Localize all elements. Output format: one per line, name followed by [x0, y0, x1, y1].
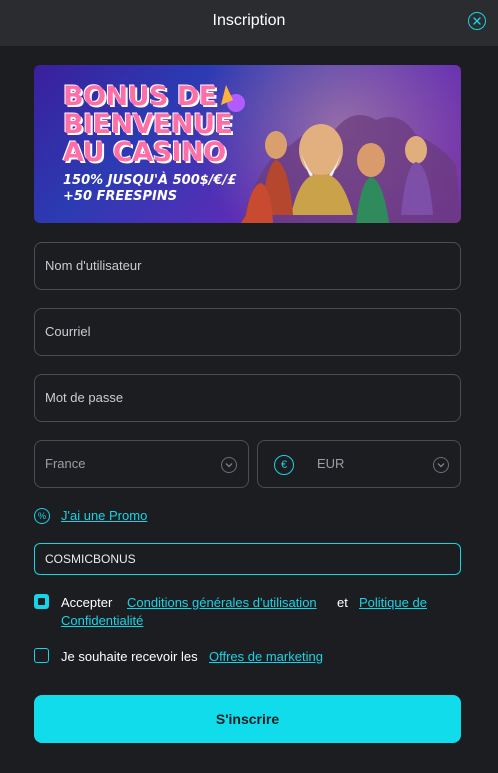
modal-title: Inscription	[212, 12, 286, 29]
promo-toggle-link[interactable]: J'ai une Promo	[61, 508, 147, 523]
welcome-bonus-banner: BONUS DE BIENVENUE AU CASINO 150% JUSQU'…	[34, 65, 461, 223]
email-field[interactable]: Courriel	[34, 308, 461, 356]
terms-conditions-link[interactable]: Conditions générales d'utilisation	[127, 595, 317, 610]
country-value: France	[45, 456, 86, 471]
country-select[interactable]: France	[34, 440, 249, 488]
banner-subline: 150% JUSQU'À 500$/€/£ +50 FREESPINS	[63, 173, 237, 204]
modal-header: Inscription	[0, 0, 498, 46]
terms-checkbox[interactable]	[34, 594, 49, 609]
close-icon	[473, 17, 481, 25]
chevron-down-icon	[221, 457, 237, 473]
marketing-checkbox[interactable]	[34, 648, 49, 663]
euro-icon: €	[274, 455, 294, 475]
marketing-offers-link[interactable]: Offres de marketing	[209, 649, 323, 664]
email-placeholder: Courriel	[45, 324, 91, 339]
promo-code-value: COSMICBONUS	[45, 552, 136, 566]
username-field[interactable]: Nom d'utilisateur	[34, 242, 461, 290]
currency-value: EUR	[317, 456, 345, 471]
banner-headline: BONUS DE BIENVENUE AU CASINO	[63, 81, 233, 168]
marketing-prefix: Je souhaite recevoir les	[61, 649, 198, 664]
promo-icon: %	[34, 508, 50, 524]
currency-select[interactable]: € EUR	[257, 440, 461, 488]
signup-button[interactable]: S'inscrire	[34, 695, 461, 743]
username-placeholder: Nom d'utilisateur	[45, 258, 142, 273]
terms-conjunction: et	[337, 595, 348, 610]
privacy-policy-link-cont[interactable]: Confidentialité	[61, 613, 143, 628]
close-button[interactable]	[468, 12, 486, 30]
privacy-policy-link[interactable]: Politique de	[359, 595, 427, 610]
chevron-down-icon	[433, 457, 449, 473]
password-field[interactable]: Mot de passe	[34, 374, 461, 422]
password-placeholder: Mot de passe	[45, 390, 124, 405]
terms-prefix: Accepter	[61, 595, 113, 610]
promo-code-input[interactable]: COSMICBONUS	[34, 543, 461, 575]
